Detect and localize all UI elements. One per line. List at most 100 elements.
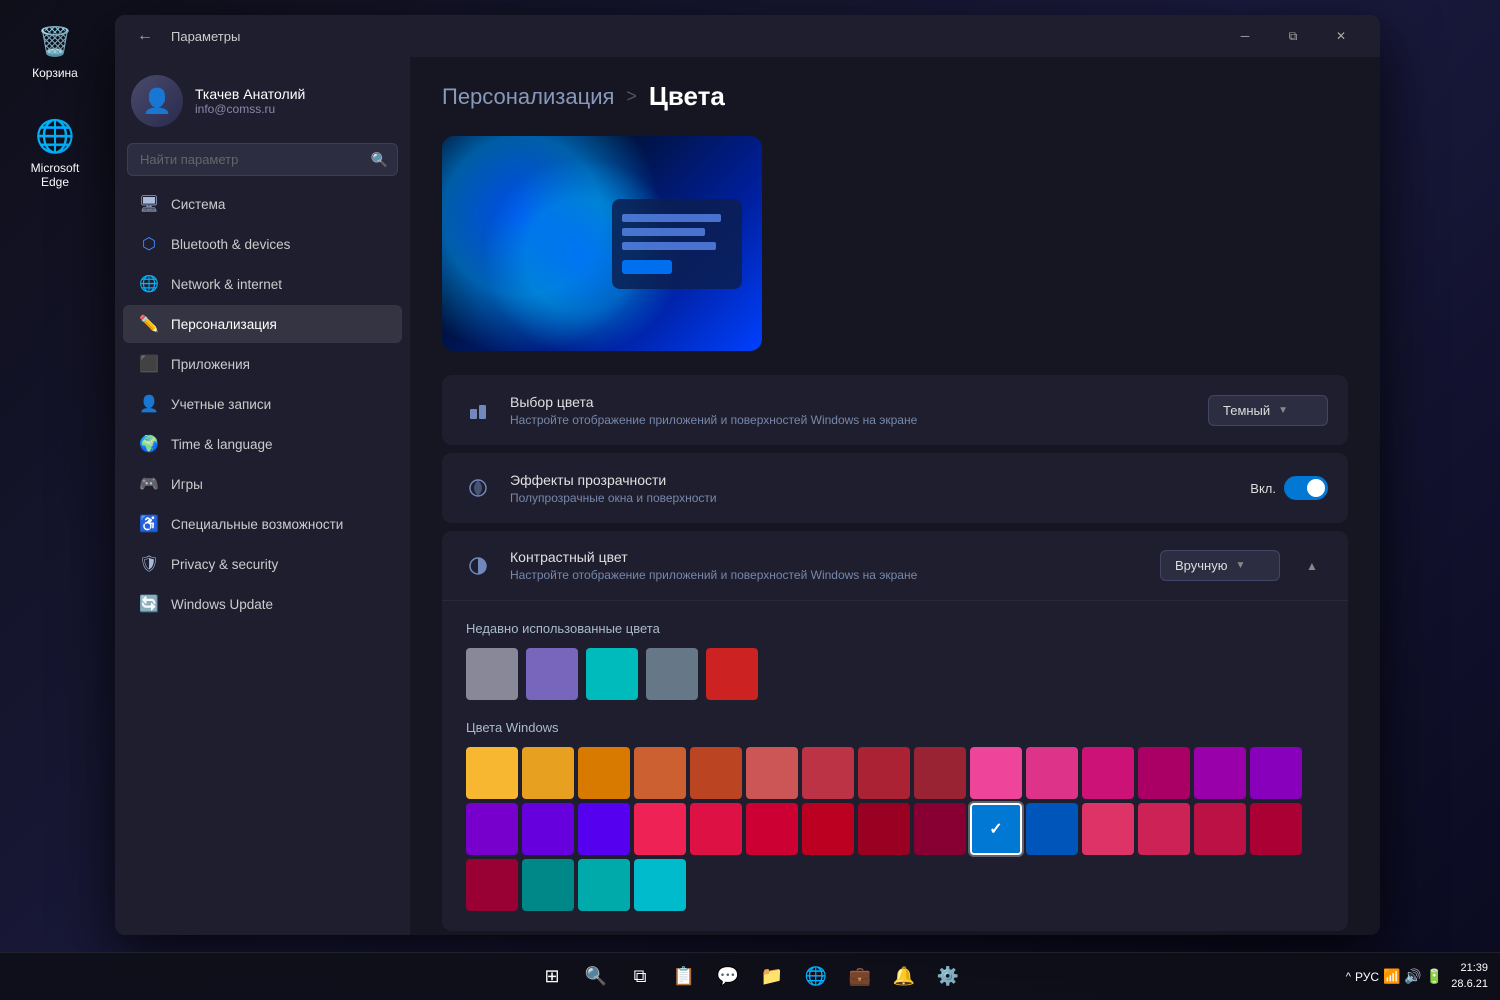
- color-cell-17[interactable]: [578, 803, 630, 855]
- taskbar-settings[interactable]: ⚙️: [929, 958, 967, 996]
- transparency-control: Вкл.: [1250, 476, 1328, 500]
- color-cell-5[interactable]: [746, 747, 798, 799]
- sidebar-item-apps[interactable]: ⬛ Приложения: [123, 345, 402, 383]
- transparency-label: Эффекты прозрачности: [510, 472, 1250, 488]
- color-cell-8[interactable]: [914, 747, 966, 799]
- maximize-button[interactable]: ⧉: [1270, 20, 1316, 52]
- color-cell-32[interactable]: [578, 859, 630, 911]
- color-choice-section: Выбор цвета Настройте отображение прилож…: [442, 375, 1348, 445]
- taskbar-explorer[interactable]: 📁: [753, 958, 791, 996]
- recent-color-2[interactable]: [586, 648, 638, 700]
- color-cell-23[interactable]: [914, 803, 966, 855]
- recent-color-3[interactable]: [646, 648, 698, 700]
- window-content: 👤 Ткачев Анатолий info@comss.ru 🔍 🖥 Сист…: [115, 57, 1380, 935]
- avatar-image: 👤: [131, 75, 183, 127]
- color-cell-15[interactable]: [466, 803, 518, 855]
- color-cell-1[interactable]: [522, 747, 574, 799]
- color-cell-26[interactable]: [1082, 803, 1134, 855]
- window-controls: ─ ⧉ ✕: [1222, 20, 1364, 52]
- color-cell-0[interactable]: [466, 747, 518, 799]
- sidebar-item-accessibility[interactable]: ♿ Специальные возможности: [123, 505, 402, 543]
- taskbar-taskview[interactable]: ⧉: [621, 958, 659, 996]
- contrast-desc: Настройте отображение приложений и повер…: [510, 568, 1160, 582]
- sidebar-item-bluetooth[interactable]: ⬡ Bluetooth & devices: [123, 225, 402, 263]
- contrast-dropdown[interactable]: Вручную ▼: [1160, 550, 1280, 581]
- desktop-icon-edge[interactable]: 🌐 Microsoft Edge: [15, 110, 95, 194]
- color-cell-13[interactable]: [1194, 747, 1246, 799]
- color-cell-19[interactable]: [690, 803, 742, 855]
- taskbar-search[interactable]: 🔍: [577, 958, 615, 996]
- color-cell-9[interactable]: [970, 747, 1022, 799]
- gaming-icon: 🎮: [139, 474, 159, 494]
- color-cell-12[interactable]: [1138, 747, 1190, 799]
- taskbar-store[interactable]: 💼: [841, 958, 879, 996]
- desktop-icon-edge-label: Microsoft Edge: [20, 161, 90, 189]
- edge-icon: 🌐: [34, 115, 76, 157]
- sidebar-item-system[interactable]: 🖥 Система: [123, 185, 402, 223]
- desktop-icon-recycle-bin[interactable]: 🗑️ Корзина: [15, 15, 95, 85]
- search-input[interactable]: [127, 143, 398, 176]
- close-button[interactable]: ✕: [1318, 20, 1364, 52]
- color-cell-14[interactable]: [1250, 747, 1302, 799]
- transparency-toggle-label: Вкл.: [1250, 481, 1276, 496]
- desktop: 🗑️ Корзина 🌐 Microsoft Edge ← Параметры …: [0, 0, 1500, 1000]
- sidebar-item-update[interactable]: 🔄 Windows Update: [123, 585, 402, 623]
- color-cell-18[interactable]: [634, 803, 686, 855]
- color-cell-31[interactable]: [522, 859, 574, 911]
- contrast-body: Недавно использованные цвета Цвета Windo…: [442, 601, 1348, 931]
- taskbar-notify[interactable]: 🔔: [885, 958, 923, 996]
- color-cell-4[interactable]: [690, 747, 742, 799]
- color-cell-24[interactable]: ✓: [970, 803, 1022, 855]
- recent-color-4[interactable]: [706, 648, 758, 700]
- color-cell-30[interactable]: [466, 859, 518, 911]
- taskbar-clock[interactable]: 21:39 28.6.21: [1451, 961, 1488, 992]
- hero-card-line-1: [622, 214, 721, 222]
- search-icon: 🔍: [371, 151, 388, 168]
- breadcrumb-parent[interactable]: Персонализация: [442, 84, 614, 110]
- taskbar-widgets[interactable]: 📋: [665, 958, 703, 996]
- taskbar-battery-icon: 🔋: [1426, 968, 1443, 985]
- contrast-expand-button[interactable]: ▲: [1296, 550, 1328, 582]
- minimize-button[interactable]: ─: [1222, 20, 1268, 52]
- color-cell-20[interactable]: [746, 803, 798, 855]
- sidebar-item-personalization[interactable]: ✏️ Персонализация: [123, 305, 402, 343]
- recent-color-0[interactable]: [466, 648, 518, 700]
- taskbar-edge[interactable]: 🌐: [797, 958, 835, 996]
- sidebar-item-privacy[interactable]: 🛡 Privacy & security: [123, 545, 402, 583]
- color-cell-22[interactable]: [858, 803, 910, 855]
- taskbar-start[interactable]: ⊞: [533, 958, 571, 996]
- color-cell-10[interactable]: [1026, 747, 1078, 799]
- taskbar-tray-chevron[interactable]: ^: [1346, 971, 1351, 983]
- recent-color-1[interactable]: [526, 648, 578, 700]
- contrast-label: Контрастный цвет: [510, 549, 1160, 565]
- user-profile[interactable]: 👤 Ткачев Анатолий info@comss.ru: [115, 65, 410, 143]
- transparency-toggle[interactable]: [1284, 476, 1328, 500]
- color-choice-icon: [462, 394, 494, 426]
- taskbar-language[interactable]: РУС: [1355, 970, 1379, 984]
- color-cell-3[interactable]: [634, 747, 686, 799]
- color-cell-7[interactable]: [858, 747, 910, 799]
- color-cell-29[interactable]: [1250, 803, 1302, 855]
- color-cell-2[interactable]: [578, 747, 630, 799]
- sidebar-item-network[interactable]: 🌐 Network & internet: [123, 265, 402, 303]
- sidebar-item-time[interactable]: 🌍 Time & language: [123, 425, 402, 463]
- back-button[interactable]: ←: [131, 22, 159, 50]
- sidebar-item-accounts[interactable]: 👤 Учетные записи: [123, 385, 402, 423]
- sidebar: 👤 Ткачев Анатолий info@comss.ru 🔍 🖥 Сист…: [115, 57, 410, 935]
- color-cell-27[interactable]: [1138, 803, 1190, 855]
- color-choice-dropdown-arrow: ▼: [1278, 405, 1288, 416]
- color-choice-dropdown[interactable]: Темный ▼: [1208, 395, 1328, 426]
- sidebar-item-gaming[interactable]: 🎮 Игры: [123, 465, 402, 503]
- color-cell-33[interactable]: [634, 859, 686, 911]
- taskbar-wifi-icon: 📶: [1383, 968, 1400, 985]
- color-cell-11[interactable]: [1082, 747, 1134, 799]
- color-cell-25[interactable]: [1026, 803, 1078, 855]
- hero-card-line-2: [622, 228, 705, 236]
- color-cell-16[interactable]: [522, 803, 574, 855]
- apps-icon: ⬛: [139, 354, 159, 374]
- taskbar-system-tray: ^ РУС 📶 🔊 🔋: [1346, 968, 1444, 985]
- taskbar-chat[interactable]: 💬: [709, 958, 747, 996]
- color-cell-21[interactable]: [802, 803, 854, 855]
- color-cell-28[interactable]: [1194, 803, 1246, 855]
- color-cell-6[interactable]: [802, 747, 854, 799]
